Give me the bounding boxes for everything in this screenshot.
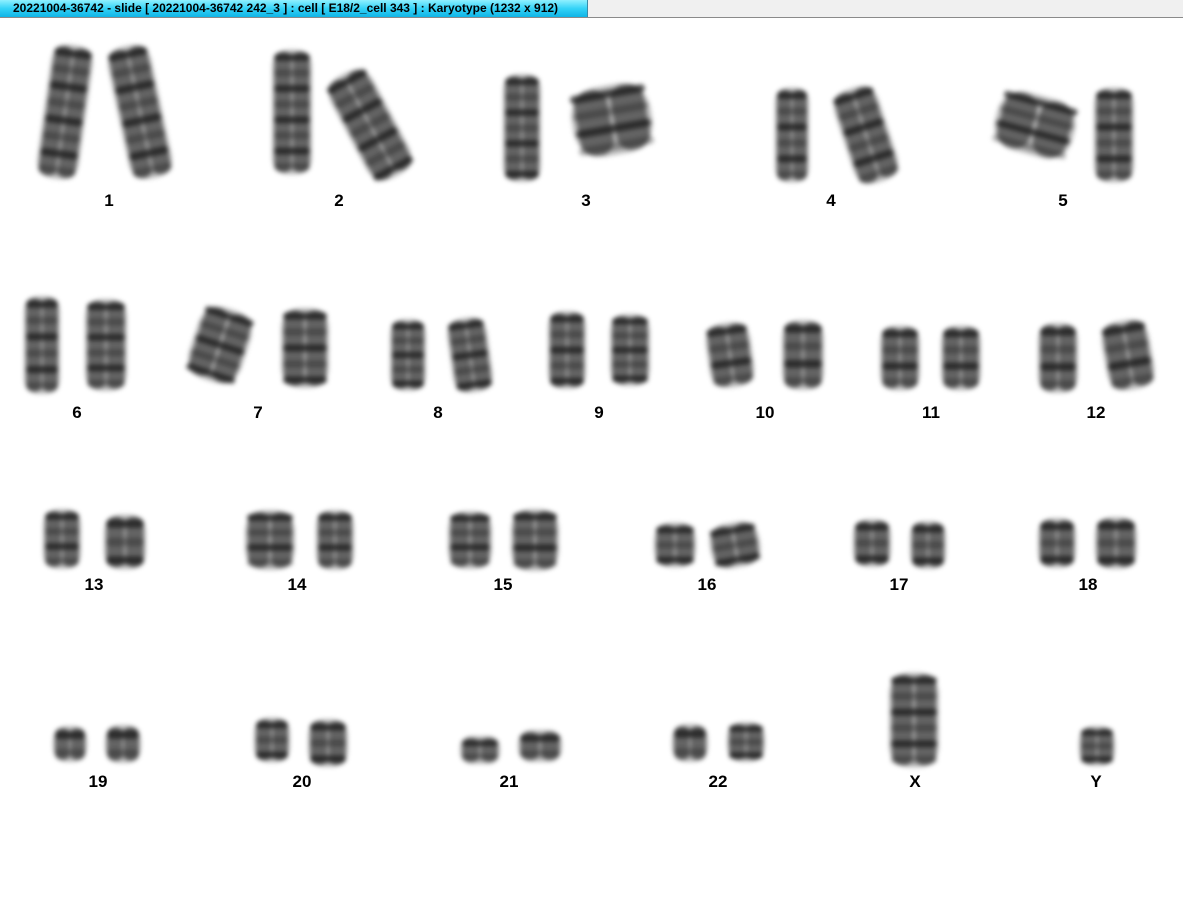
window-title: 20221004-36742 - slide [ 20221004-36742 … — [13, 1, 559, 15]
chromosome-pair-4[interactable]: 4 — [775, 81, 903, 210]
chromosome-6-a[interactable] — [24, 296, 60, 394]
karyogram-canvas: 1 2 3 4 56 7 8 9 10 11 1213 14 15 16 17 1819 20 21 22 X Y — [24, 41, 1158, 792]
chromosome-label-X: X — [909, 772, 921, 791]
chromosome-1-a[interactable] — [35, 42, 95, 182]
chromosome-4-b[interactable] — [829, 81, 903, 188]
chromosome-pair-6[interactable]: 6 — [24, 296, 127, 422]
chromosome-14-b[interactable] — [316, 510, 354, 570]
chromosome-17-a[interactable] — [853, 519, 891, 567]
chromosome-6-b[interactable] — [85, 299, 127, 391]
chromosome-label-13: 13 — [85, 575, 104, 594]
chromosome-14-a[interactable] — [245, 510, 295, 570]
chromosome-10-b[interactable] — [782, 320, 824, 390]
chromosome-5-a[interactable] — [989, 86, 1082, 165]
chromosome-3-b[interactable] — [567, 79, 658, 162]
chromosome-18-b[interactable] — [1095, 517, 1137, 569]
chromosome-2-a[interactable] — [272, 49, 312, 175]
chromosome-10-a[interactable] — [703, 320, 757, 391]
chromosome-pair-10[interactable]: 10 — [703, 320, 824, 422]
chromosome-22-a[interactable] — [672, 724, 708, 762]
chromosome-16-b[interactable] — [706, 519, 763, 572]
chromosome-Y-a[interactable] — [1079, 726, 1115, 766]
chromosome-pair-17[interactable]: 17 — [853, 519, 946, 594]
chromosome-3-a[interactable] — [503, 74, 541, 182]
chromosome-5-b[interactable] — [1094, 87, 1134, 183]
chromosome-label-22: 22 — [709, 772, 728, 791]
chromosome-8-b[interactable] — [445, 315, 495, 395]
chromosome-pair-21[interactable]: 21 — [460, 730, 562, 791]
chromosome-label-17: 17 — [890, 575, 909, 594]
chromosome-9-b[interactable] — [610, 314, 650, 386]
chromosome-19-a[interactable] — [53, 726, 87, 762]
chromosome-pair-22[interactable]: 22 — [672, 722, 765, 791]
chromosome-pair-11[interactable]: 11 — [880, 325, 981, 423]
chromosome-label-6: 6 — [72, 403, 81, 422]
chromosome-21-a[interactable] — [460, 736, 500, 764]
chromosome-label-7: 7 — [253, 403, 262, 422]
chromosome-pair-14[interactable]: 14 — [245, 510, 354, 594]
chromosome-X-a[interactable] — [889, 672, 939, 768]
chromosome-pair-19[interactable]: 19 — [53, 725, 141, 791]
chromosome-20-b[interactable] — [308, 719, 348, 767]
chromosome-pair-13[interactable]: 13 — [43, 509, 146, 594]
chromosome-12-b[interactable] — [1098, 316, 1157, 393]
chromosome-15-a[interactable] — [448, 511, 492, 569]
chromosome-11-a[interactable] — [880, 325, 920, 391]
chromosome-pair-2[interactable]: 2 — [272, 49, 418, 211]
chromosome-pair-5[interactable]: 5 — [989, 86, 1134, 210]
chromosome-pair-12[interactable]: 12 — [1038, 316, 1158, 422]
chromosome-pair-18[interactable]: 18 — [1038, 517, 1137, 594]
chromosome-pair-9[interactable]: 9 — [548, 311, 650, 422]
chromosome-12-a[interactable] — [1038, 323, 1078, 393]
chromosome-pair-7[interactable]: 7 — [182, 301, 329, 422]
chromosome-8-a[interactable] — [390, 319, 426, 391]
chromosome-7-a[interactable] — [182, 301, 257, 389]
chromosome-pair-Y[interactable]: Y — [1079, 726, 1115, 791]
chromosome-18-a[interactable] — [1038, 518, 1076, 568]
chromosome-2-b[interactable] — [322, 63, 418, 187]
chromosome-pair-8[interactable]: 8 — [390, 315, 495, 422]
chromosome-label-12: 12 — [1087, 403, 1106, 422]
chromosome-17-b[interactable] — [910, 521, 946, 569]
chromosome-21-b[interactable] — [518, 730, 562, 762]
chromosome-label-3: 3 — [581, 191, 590, 210]
chromosome-pair-1[interactable]: 1 — [35, 41, 176, 210]
chromosome-13-a[interactable] — [43, 509, 81, 569]
chromosome-label-19: 19 — [89, 772, 108, 791]
chromosome-label-8: 8 — [433, 403, 442, 422]
chromosome-label-18: 18 — [1079, 575, 1098, 594]
chromosome-pair-X[interactable]: X — [889, 672, 939, 792]
chromosome-13-b[interactable] — [104, 514, 146, 570]
chromosome-22-b[interactable] — [727, 722, 765, 762]
title-tab[interactable]: 20221004-36742 - slide [ 20221004-36742 … — [0, 0, 588, 17]
chromosome-pair-16[interactable]: 16 — [654, 519, 764, 594]
chromosome-label-Y: Y — [1090, 772, 1102, 791]
chromosome-pair-3[interactable]: 3 — [503, 74, 657, 210]
chromosome-9-a[interactable] — [548, 311, 586, 389]
chromosome-4-a[interactable] — [775, 87, 809, 183]
chromosome-label-5: 5 — [1058, 191, 1067, 210]
chromosome-pair-20[interactable]: 20 — [254, 717, 348, 792]
chromosome-label-1: 1 — [104, 191, 113, 210]
chromosome-19-b[interactable] — [105, 725, 141, 763]
chromosome-11-b[interactable] — [941, 325, 981, 391]
chromosome-15-b[interactable] — [511, 509, 559, 571]
chromosome-label-2: 2 — [334, 191, 343, 210]
chromosome-16-a[interactable] — [654, 522, 696, 568]
chromosome-1-b[interactable] — [104, 41, 175, 182]
chromosome-label-20: 20 — [293, 772, 312, 791]
chromosome-label-15: 15 — [494, 575, 513, 594]
chromosome-label-16: 16 — [698, 575, 717, 594]
chromosome-label-14: 14 — [288, 575, 307, 594]
chromosome-label-21: 21 — [500, 772, 519, 791]
window-titlebar[interactable]: 20221004-36742 - slide [ 20221004-36742 … — [0, 0, 1183, 18]
chromosome-label-10: 10 — [756, 403, 775, 422]
chromosome-label-4: 4 — [826, 191, 836, 210]
chromosome-label-11: 11 — [922, 403, 940, 422]
chromosome-7-b[interactable] — [281, 308, 329, 388]
chromosome-20-a[interactable] — [254, 717, 290, 763]
chromosome-pair-15[interactable]: 15 — [448, 509, 559, 594]
chromosome-label-9: 9 — [594, 403, 603, 422]
